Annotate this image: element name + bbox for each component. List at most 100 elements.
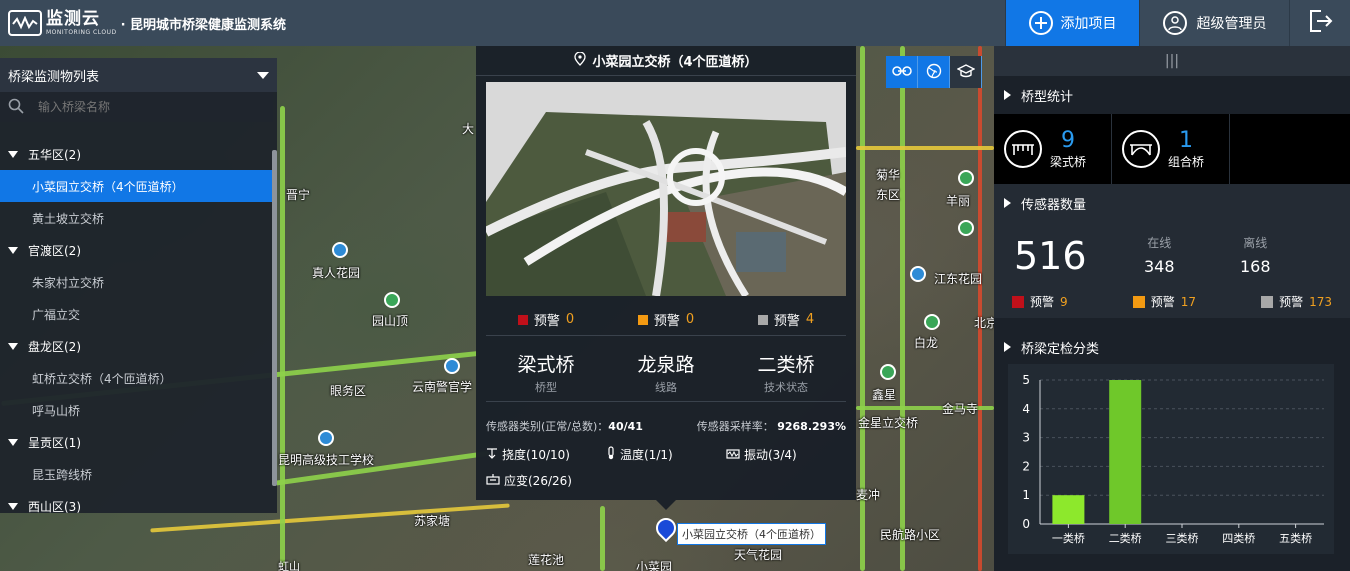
add-project-button[interactable]: 添加项目	[1005, 0, 1139, 46]
card-alerts: 预警 0 预警 0 预警 4	[486, 304, 846, 336]
x-tick-label: 三类桥	[1166, 531, 1199, 545]
list-scrollbar[interactable]	[272, 150, 277, 486]
tree-group-guandu[interactable]: 官渡区(2)	[0, 234, 272, 266]
info-value: 梁式桥	[517, 354, 575, 376]
map-poi-icon[interactable]	[444, 358, 460, 374]
bridge-list-title: 桥梁监测物列表	[8, 69, 100, 85]
admin-user-button[interactable]: 超级管理员	[1139, 0, 1289, 46]
bridge-search-input[interactable]	[36, 99, 236, 115]
tree-group-label: 官渡区(2)	[28, 243, 81, 258]
tree-group-panlong[interactable]: 盘龙区(2)	[0, 330, 272, 362]
logout-button[interactable]	[1289, 0, 1350, 46]
system-title: · 昆明城市桥梁健康监测系统	[120, 17, 287, 33]
tree-group-label: 呈贡区(1)	[28, 435, 81, 450]
logout-icon	[1307, 8, 1333, 38]
expand-caret-icon	[8, 438, 18, 446]
map-poi-icon[interactable]	[384, 292, 400, 308]
alert-value: 9	[1060, 294, 1068, 309]
bridge-type-stats: 9 梁式桥 1 组合桥	[994, 114, 1350, 184]
sensor-online: 在线 348	[1144, 234, 1175, 276]
map-label: 东区	[876, 188, 901, 202]
map-road	[280, 106, 285, 566]
map-road	[978, 46, 982, 571]
panel-drag-handle[interactable]: |||	[994, 46, 1350, 76]
alert-swatch	[517, 314, 528, 325]
tree-item[interactable]: 黄土坡立交桥	[0, 202, 272, 234]
sensor-deflection[interactable]: 挠度(10/10)	[486, 446, 570, 463]
alert-label: 预警	[1279, 295, 1304, 309]
alert-swatch	[1012, 295, 1024, 308]
sensor-label: 应变(26/26)	[504, 474, 572, 488]
tree-item[interactable]: 广福立交	[0, 298, 272, 330]
map-poi-icon[interactable]	[880, 364, 896, 380]
bridge-list-header[interactable]: 桥梁监测物列表	[0, 58, 277, 92]
tree-group-xishan[interactable]: 西山区(3)	[0, 490, 272, 513]
strain-icon	[486, 473, 500, 488]
sensor-alerts: 预警 9 预警 17 预警 173	[1012, 293, 1332, 310]
tree-item[interactable]: 朱家村立交桥	[0, 266, 272, 298]
tree-group-wuhua[interactable]: 五华区(2)	[0, 138, 272, 170]
section-title: 桥型统计	[1021, 89, 1074, 105]
alert-label: 预警	[1030, 295, 1055, 309]
alert-orange: 预警 0	[637, 310, 694, 329]
map-poi-icon[interactable]	[910, 266, 926, 282]
map-road	[900, 46, 905, 571]
sensor-vibration[interactable]: 振动(3/4)	[726, 446, 797, 463]
alert-label: 预警	[533, 314, 560, 329]
caret-down-icon[interactable]	[257, 71, 269, 79]
map-label: 莲花池	[528, 553, 565, 567]
map-poi-icon[interactable]	[924, 314, 940, 330]
alert-red: 预警 0	[517, 310, 574, 329]
tree-item[interactable]: 呼马山桥	[0, 394, 272, 426]
monitoring-wave-icon	[8, 10, 42, 36]
x-tick-label: 一类桥	[1052, 531, 1085, 545]
info-label: 线路	[654, 381, 677, 394]
type-composite-bridge[interactable]: 1 组合桥	[1112, 114, 1230, 184]
map-road	[856, 146, 994, 150]
map-label: 金马寺	[942, 402, 979, 416]
inspection-bar-chart: 0 1 2 3 4 5 一类桥 二类桥 三类桥 四类桥 五类桥	[1008, 364, 1334, 554]
map-poi-icon[interactable]	[958, 170, 974, 186]
sensor-section-header[interactable]: 传感器数量	[994, 184, 1350, 222]
sensor-offline: 离线 168	[1240, 234, 1271, 276]
type-beam-bridge[interactable]: 9 梁式桥	[994, 114, 1112, 184]
alert-gray: 预警 4	[757, 310, 814, 329]
app-header: 监测云 MONITORING CLOUD · 昆明城市桥梁健康监测系统 添加项目…	[0, 0, 1350, 46]
online-label: 在线	[1147, 236, 1172, 250]
map-tool-globe[interactable]	[918, 56, 950, 88]
tree-item[interactable]: 昆玉跨线桥	[0, 458, 272, 490]
sensor-category-label: 传感器类别(正常/总数)：	[486, 420, 609, 433]
search-icon	[8, 98, 24, 117]
map-poi-icon[interactable]	[332, 242, 348, 258]
map-poi-icon[interactable]	[958, 220, 974, 236]
offline-value: 168	[1240, 257, 1271, 276]
sensor-strain[interactable]: 应变(26/26)	[486, 472, 572, 489]
offline-label: 离线	[1243, 236, 1268, 250]
sensor-category: 传感器类别(正常/总数)：40/41	[486, 418, 643, 434]
tree-item[interactable]: 虹桥立交桥（4个匝道桥）	[0, 362, 272, 394]
map-poi-icon[interactable]	[318, 430, 334, 446]
type-label: 梁式桥	[1050, 155, 1087, 169]
chart-section-header[interactable]: 桥梁定检分类	[994, 328, 1350, 366]
info-value: 二类桥	[757, 354, 815, 376]
sensor-temperature[interactable]: 温度(1/1)	[606, 446, 673, 463]
y-tick-label: 2	[1022, 459, 1030, 473]
user-avatar-icon	[1162, 11, 1187, 35]
section-title: 桥梁定检分类	[1021, 341, 1100, 357]
x-tick-label: 五类桥	[1279, 531, 1312, 545]
map-label: 白龙	[914, 336, 939, 350]
y-tick-label: 1	[1022, 488, 1030, 502]
brand-name: 监测云	[46, 8, 100, 29]
chart-bar	[1052, 495, 1085, 524]
map-tool-link[interactable]	[886, 56, 918, 88]
map-layers-icon	[955, 63, 976, 82]
tree-item[interactable]: 小菜园立交桥（4个匝道桥）	[0, 170, 272, 202]
marker-label[interactable]: 小菜园立交桥（4个匝道桥）	[677, 523, 826, 545]
map-tool-layers[interactable]	[950, 56, 982, 88]
sensor-label: 振动(3/4)	[744, 448, 797, 462]
info-bridge-type: 梁式桥 桥型	[517, 342, 574, 401]
bridge-type-section-header[interactable]: 桥型统计	[994, 76, 1350, 114]
info-label: 桥型	[534, 381, 557, 394]
expand-caret-icon	[8, 342, 18, 350]
tree-group-chenggong[interactable]: 呈贡区(1)	[0, 426, 272, 458]
